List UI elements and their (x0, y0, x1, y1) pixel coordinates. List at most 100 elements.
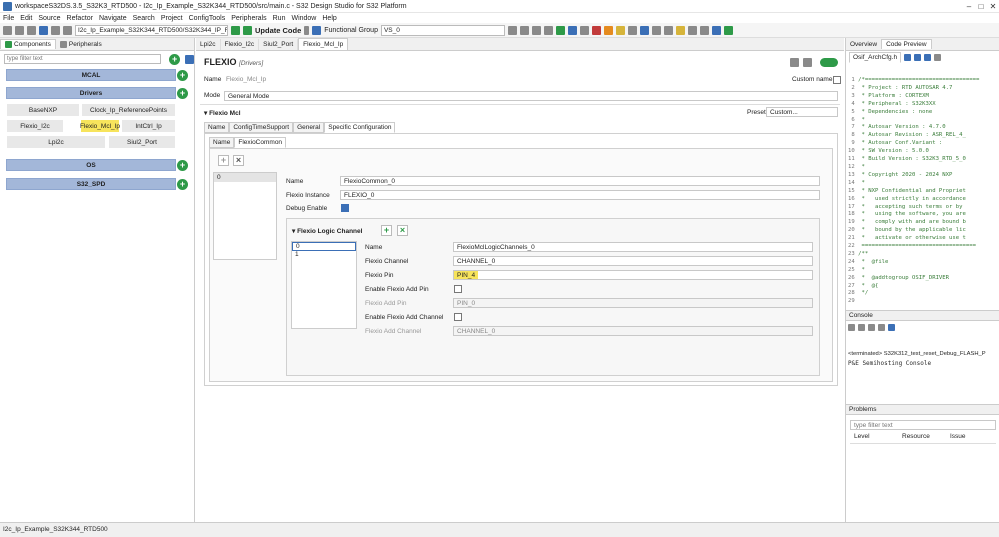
add-component-icon[interactable]: + (169, 53, 181, 65)
update-code-button[interactable]: Update Code (255, 26, 301, 35)
filter-icon[interactable] (543, 25, 553, 35)
tab-code-preview[interactable]: Code Preview (881, 39, 932, 49)
config-icon[interactable] (51, 25, 60, 35)
zoom-out-icon[interactable] (914, 53, 922, 61)
tab-overview[interactable]: Overview (846, 40, 881, 49)
redo-icon[interactable] (519, 25, 529, 35)
channel-list[interactable]: 0 1 (291, 241, 357, 329)
home-icon[interactable] (231, 25, 240, 35)
enable-toggle[interactable] (820, 58, 838, 67)
remove-channel-icon[interactable]: × (397, 225, 408, 236)
tab-flexio-mcl-ip[interactable]: Flexio_Mcl_Ip (298, 38, 349, 50)
clear-console-icon[interactable] (868, 324, 875, 331)
group-os[interactable]: OS + (6, 159, 188, 171)
run-icon[interactable] (603, 25, 613, 35)
dropdown-icon[interactable] (304, 25, 310, 35)
component-flexio-mcl-ip[interactable]: Flexio_Mcl_Ip (80, 119, 120, 133)
menu-help[interactable]: Help (322, 15, 336, 22)
minimize-icon[interactable]: – (963, 2, 975, 11)
group-mcal[interactable]: MCAL + (6, 69, 188, 81)
component-intctrl-ip[interactable]: IntCtrl_Ip (121, 119, 176, 133)
tab-console[interactable]: Console (849, 312, 873, 319)
settings-icon[interactable] (63, 25, 72, 35)
preset-select[interactable]: Custom... (766, 107, 838, 117)
add-os-icon[interactable]: + (177, 160, 188, 171)
add-channel-icon[interactable]: + (381, 225, 392, 236)
component-basenxp[interactable]: BaseNXP (6, 103, 80, 117)
add-drivers-icon[interactable]: + (177, 88, 188, 99)
zoom-fit-icon[interactable] (924, 53, 932, 61)
menu-navigate[interactable]: Navigate (99, 15, 127, 22)
undo-icon[interactable] (507, 25, 517, 35)
debug-icon[interactable] (555, 25, 565, 35)
sort-icon[interactable] (531, 25, 541, 35)
save-all-icon[interactable] (27, 25, 36, 35)
record-icon[interactable] (591, 25, 601, 35)
debug-enable-checkbox[interactable] (341, 204, 349, 212)
custom-name-checkbox[interactable] (833, 76, 841, 84)
menu-file[interactable]: File (3, 15, 14, 22)
menu-peripherals[interactable]: Peripherals (231, 15, 266, 22)
tab-specific-configuration[interactable]: Specific Configuration (324, 122, 396, 133)
add-s32-spd-icon[interactable]: + (177, 179, 188, 190)
component-filter-input[interactable]: type filter text (4, 54, 162, 64)
add-mcal-icon[interactable]: + (177, 70, 188, 81)
terminal-icon[interactable] (639, 25, 649, 35)
tab-configtimesupport[interactable]: ConfigTimeSupport (229, 122, 294, 133)
flexio-channel-select[interactable]: CHANNEL_0 (453, 256, 813, 266)
col-issue[interactable]: Issue (950, 433, 966, 443)
list-item[interactable]: 1 (292, 251, 356, 258)
tab-lpi2c[interactable]: Lpi2c (196, 38, 221, 50)
remove-common-icon[interactable]: × (233, 155, 244, 166)
bookmark-icon[interactable] (675, 25, 685, 35)
nav-back-icon[interactable] (687, 25, 697, 35)
component-siul2-port[interactable]: Siul2_Port (108, 135, 176, 149)
common-name-field[interactable]: FlexioCommon_0 (340, 176, 820, 186)
component-flexio-i2c[interactable]: Flexio_I2c (6, 119, 64, 133)
group-s32-spd[interactable]: S32_SPD + (6, 178, 188, 190)
menu-search[interactable]: Search (133, 15, 155, 22)
external-icon[interactable] (627, 25, 637, 35)
new-icon[interactable] (3, 25, 12, 35)
save-icon[interactable] (15, 25, 24, 35)
help-icon[interactable] (803, 58, 812, 67)
tab-flexio-i2c[interactable]: Flexio_I2c (221, 38, 260, 50)
menu-run[interactable]: Run (273, 15, 286, 22)
common-list[interactable]: 0 (213, 172, 277, 260)
close-icon[interactable]: ✕ (987, 2, 999, 11)
enable-add-pin-checkbox[interactable] (454, 285, 462, 293)
flexio-instance-field[interactable]: FLEXIO_0 (340, 190, 820, 200)
inner-tab-flexiocommon[interactable]: FlexioCommon (234, 137, 287, 148)
pin-console-icon[interactable] (888, 324, 895, 331)
remove-launch-icon[interactable] (858, 324, 865, 331)
tab-problems[interactable]: Problems (849, 406, 876, 413)
update-code-icon[interactable] (243, 25, 252, 35)
col-resource[interactable]: Resource (902, 433, 950, 443)
tab-components[interactable]: Components (0, 39, 56, 49)
tab-siul2-port[interactable]: Siul2_Port (259, 38, 299, 50)
tab-name[interactable]: Name (204, 122, 230, 133)
terminate-icon[interactable] (848, 324, 855, 331)
copy-icon[interactable] (934, 53, 942, 61)
tab-peripherals[interactable]: Peripherals (56, 40, 106, 49)
search-icon[interactable] (651, 25, 661, 35)
tools-icon[interactable] (615, 25, 625, 35)
enable-add-channel-checkbox[interactable] (454, 313, 462, 321)
menu-window[interactable]: Window (291, 15, 316, 22)
menu-refactor[interactable]: Refactor (67, 15, 93, 22)
code-file-tab[interactable]: Osif_ArchCfg.h (849, 51, 902, 63)
menu-configtools[interactable]: ConfigTools (189, 15, 226, 22)
maximize-icon[interactable]: □ (975, 2, 987, 11)
menu-project[interactable]: Project (161, 15, 183, 22)
col-level[interactable]: Level (850, 433, 902, 443)
list-item[interactable]: 0 (292, 242, 356, 251)
flash-icon[interactable] (567, 25, 577, 35)
inner-tab-name[interactable]: Name (209, 137, 235, 148)
component-clock-ip-referencepoints[interactable]: Clock_Ip_ReferencePoints (81, 103, 176, 117)
group-drivers[interactable]: Drivers + (6, 87, 188, 99)
perspective2-icon[interactable] (723, 25, 733, 35)
menu-source[interactable]: Source (38, 15, 60, 22)
list-item[interactable]: 0 (214, 173, 276, 182)
scroll-lock-icon[interactable] (878, 324, 885, 331)
perspective-icon[interactable] (711, 25, 721, 35)
